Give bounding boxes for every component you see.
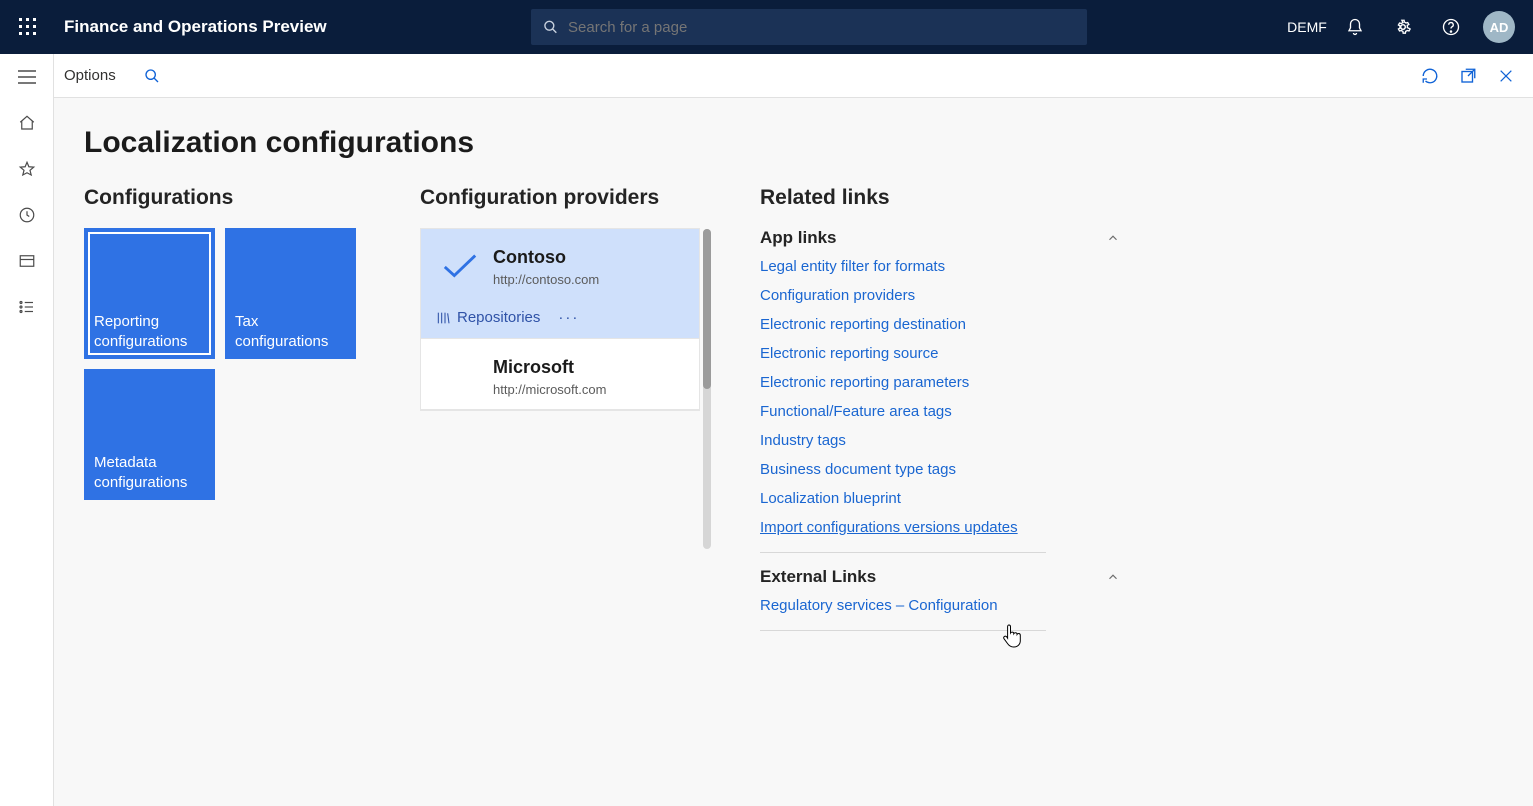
group-divider [760, 552, 1046, 553]
global-search-input[interactable] [568, 19, 1075, 36]
group-divider [760, 630, 1046, 631]
app-links-label: App links [760, 228, 837, 248]
provider-list: Contoso http://contoso.com Repositories … [420, 228, 700, 411]
tile-label: Metadata configurations [94, 453, 205, 492]
link-configuration-providers[interactable]: Configuration providers [760, 287, 915, 304]
related-links-section: Related links App links Legal entity fil… [760, 186, 1120, 645]
settings-gear-icon[interactable] [1387, 11, 1419, 43]
global-header: Finance and Operations Preview DEMF AD [0, 0, 1533, 54]
active-check-icon [441, 251, 479, 281]
chevron-up-icon [1106, 570, 1120, 584]
link-er-destination[interactable]: Electronic reporting destination [760, 316, 966, 333]
tile-reporting-configurations[interactable]: Reporting configurations [84, 228, 215, 359]
favorites-star-icon[interactable] [7, 152, 47, 186]
user-avatar[interactable]: AD [1483, 11, 1515, 43]
link-er-parameters[interactable]: Electronic reporting parameters [760, 374, 969, 391]
repositories-link[interactable]: Repositories [435, 309, 540, 326]
workspaces-icon[interactable] [7, 244, 47, 278]
action-bar: Options [0, 54, 1533, 98]
provider-card-contoso[interactable]: Contoso http://contoso.com Repositories … [421, 229, 699, 339]
external-links-label: External Links [760, 567, 876, 587]
provider-name: Contoso [493, 247, 599, 268]
external-links-list: Regulatory services – Configuration [760, 597, 1120, 614]
link-business-doc-tags[interactable]: Business document type tags [760, 461, 956, 478]
company-indicator[interactable]: DEMF [1291, 11, 1323, 43]
repositories-label: Repositories [457, 309, 540, 326]
link-industry-tags[interactable]: Industry tags [760, 432, 846, 449]
provider-card-microsoft[interactable]: Microsoft http://microsoft.com [421, 339, 699, 410]
page-body: Localization configurations Configuratio… [54, 98, 1533, 806]
external-links-group-header[interactable]: External Links [760, 567, 1120, 587]
related-links-heading: Related links [760, 186, 1120, 210]
home-icon[interactable] [7, 106, 47, 140]
configurations-heading: Configurations [84, 186, 420, 210]
link-localization-blueprint[interactable]: Localization blueprint [760, 490, 901, 507]
modules-list-icon[interactable] [7, 290, 47, 324]
tile-label: Tax configurations [235, 312, 346, 351]
notifications-icon[interactable] [1339, 11, 1371, 43]
refresh-icon[interactable] [1413, 59, 1447, 93]
app-launcher-icon[interactable] [4, 0, 52, 54]
help-icon[interactable] [1435, 11, 1467, 43]
provider-name: Microsoft [493, 357, 606, 378]
app-title: Finance and Operations Preview [64, 17, 327, 37]
provider-url: http://contoso.com [493, 272, 599, 287]
navigation-rail [0, 54, 54, 806]
options-button[interactable]: Options [56, 67, 124, 84]
more-actions-icon[interactable]: ··· [558, 309, 579, 326]
configurations-section: Configurations Reporting configurations … [84, 186, 420, 645]
link-feature-tags[interactable]: Functional/Feature area tags [760, 403, 952, 420]
scrollbar[interactable] [703, 229, 711, 549]
open-new-window-icon[interactable] [1451, 59, 1485, 93]
header-actions: DEMF AD [1291, 11, 1521, 43]
page-search-icon[interactable] [144, 68, 160, 84]
tile-tax-configurations[interactable]: Tax configurations [225, 228, 356, 359]
link-er-source[interactable]: Electronic reporting source [760, 345, 938, 362]
app-links-list: Legal entity filter for formats Configur… [760, 258, 1120, 536]
tile-metadata-configurations[interactable]: Metadata configurations [84, 369, 215, 500]
global-search[interactable] [531, 9, 1087, 45]
tile-label: Reporting configurations [94, 312, 205, 351]
chevron-up-icon [1106, 231, 1120, 245]
link-regulatory-services[interactable]: Regulatory services – Configuration [760, 597, 998, 614]
providers-heading: Configuration providers [420, 186, 760, 210]
close-icon[interactable] [1489, 59, 1523, 93]
link-legal-entity-filter[interactable]: Legal entity filter for formats [760, 258, 945, 275]
hamburger-menu-icon[interactable] [7, 60, 47, 94]
recent-clock-icon[interactable] [7, 198, 47, 232]
page-title: Localization configurations [84, 126, 1533, 160]
provider-url: http://microsoft.com [493, 382, 606, 397]
app-links-group-header[interactable]: App links [760, 228, 1120, 248]
link-import-config-updates[interactable]: Import configurations versions updates [760, 519, 1018, 536]
providers-section: Configuration providers Contoso http://c… [420, 186, 760, 645]
